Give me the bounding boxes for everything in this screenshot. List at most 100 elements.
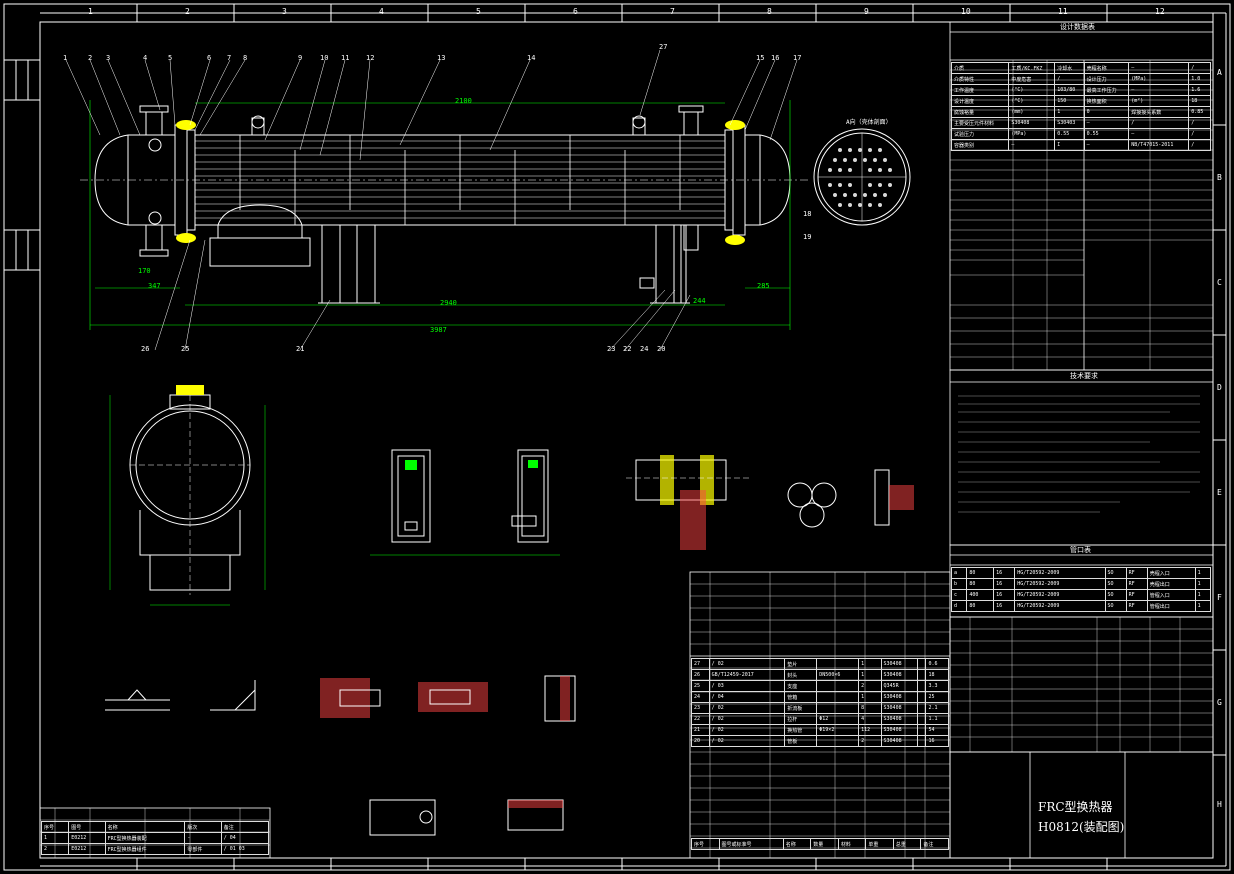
callout: 3 [106,54,111,62]
callout: 4 [143,54,148,62]
table-cell: 80 [966,600,995,612]
callout: 19 [803,233,812,241]
table-cell: (MPa) [1128,73,1190,85]
table-cell: 4 [858,713,882,725]
grid-num: 5 [476,7,481,16]
callout: 26 [141,345,150,353]
table-cell: — [1128,84,1190,96]
table-cell: a [950,567,968,579]
grid-num: 8 [767,7,772,16]
table-cell [816,702,860,714]
table-cell: 27 [691,658,710,670]
callout: 17 [793,54,802,62]
table-cell: E0212 [68,843,106,855]
table-cell [917,724,927,736]
table-cell: / 01 03 [220,843,270,855]
design-row: 腐蚀裕量 (mm) 1 0 焊接接头系数 0.85 [950,106,1211,118]
table-cell: 26 [691,669,710,681]
table-cell: 80 [966,567,995,579]
nozzle-table-title: 管口表 [1070,546,1091,554]
table-cell: S30408 [880,724,919,736]
dim-shell: 2100 [455,97,472,105]
grid-num: 4 [379,7,384,16]
table-cell: — [1128,128,1190,140]
table-cell: 1 [1194,589,1212,601]
table-cell: 80 [966,578,995,590]
design-row: 容器类别 — I — NB/T47015-2011/ [950,139,1211,151]
nozzle-row: c 400 16 HG/T20592-2009 SO RF 管程入口 1 [950,589,1212,601]
table-cell: 设计温度 [950,95,1010,107]
table-cell [917,669,927,681]
table-row: 序号 图号 名称 版次 备注 [40,821,270,833]
table-cell: 试验压力 [950,128,1010,140]
table-cell: 16 [993,600,1016,612]
grid-num: 10 [961,7,971,16]
table-cell: / [1188,117,1211,129]
table-row: 1 E0212 FRC型换热器装配 -/ 04 [40,832,270,844]
table-cell: 图号 [68,821,106,833]
grid-letter: B [1217,173,1222,182]
table-cell: S30408 [1008,117,1056,129]
nozzle-row: d 80 16 HG/T20592-2009 SO RF 管程出口 1 [950,600,1212,612]
table-cell: 0.55 [1054,128,1085,140]
table-cell: 16 [993,589,1016,601]
grid-num: 1 [88,7,93,16]
table-cell: SO [1104,600,1127,612]
table-cell: / [1188,139,1211,151]
table-cell: 单重 [865,838,894,850]
grid-num: 2 [185,7,190,16]
parts-row: 23/ 02 折流板 8 S30408 2.1 [691,702,949,714]
table-cell: RF [1125,567,1148,579]
design-row: 设计温度 (°C) 150 换热面积 (m²) 18 [950,95,1211,107]
table-cell: 图号或标准号 [718,838,784,850]
table-cell: 名称 [782,838,812,850]
design-row: 试验压力 (MPa) 0.55 0.55— / [950,128,1211,140]
table-cell: — [1128,62,1190,74]
parts-row: 26 GB/T12459-2017 封头 DN500×6 1 S30408 18 [691,669,949,681]
table-cell: 拉杆 [784,713,818,725]
parts-row: 27/ 02 垫片 1 S30408 0.6 [691,658,949,670]
grid-letter: F [1217,593,1222,602]
table-cell: 折流板 [784,702,818,714]
table-cell: 壳程入口 [1146,567,1196,579]
table-cell: 数量 [810,838,839,850]
table-cell: / 02 [708,702,786,714]
table-cell: SO [1104,578,1127,590]
table-cell: 序号 [691,838,720,850]
tech-req-title: 技术要求 [1070,372,1098,380]
table-cell: 2 [40,843,70,855]
table-cell: 1 [1194,578,1212,590]
callout: 15 [756,54,765,62]
table-cell: 1 [858,669,882,681]
table-cell: Q345R [880,680,919,692]
table-row: 2 E0212 FRC型换热器组件 零部件/ 01 03 [40,843,270,855]
table-cell: RF [1125,578,1148,590]
callout: 7 [227,54,232,62]
table-cell: - [184,832,222,844]
grid-letter: E [1217,488,1222,497]
table-cell: 工质/KC.FKZ [1008,62,1056,74]
table-cell: 容器类别 [950,139,1010,151]
table-cell: 介质特性 [950,73,1010,85]
grid-num: 9 [864,7,869,16]
table-cell: 焊接接头系数 [1128,106,1190,118]
table-cell: 1 [858,658,882,670]
revision-table: 序号 图号 名称 版次 备注 1 E0212 FRC型换热器装配 -/ 04 2 E0212 FR… [40,821,270,855]
dim-mid: 2940 [440,299,457,307]
table-cell: SO [1104,567,1127,579]
parts-row: 25/ 03 支座 2 Q345R 3.3 [691,680,949,692]
parts-header-table: 序号 图号或标准号 名称 数量 材料 单重 总重 备注 [691,838,949,850]
grid-letter: A [1217,68,1222,77]
table-cell [816,735,860,747]
table-cell: 1.1 [925,713,949,725]
table-cell [917,702,927,714]
table-cell: 25 [925,691,949,703]
table-cell: 16 [993,567,1016,579]
table-cell: b [950,578,968,590]
callout: 25 [181,345,190,353]
table-cell: / 03 [708,680,786,692]
tube-layout-view [813,128,911,226]
nozzle-row: a 80 16 HG/T20592-2009 SO RF 壳程入口 1 [950,567,1212,579]
dim-right-a: 285 [757,282,770,290]
table-cell: (mm) [1008,106,1056,118]
